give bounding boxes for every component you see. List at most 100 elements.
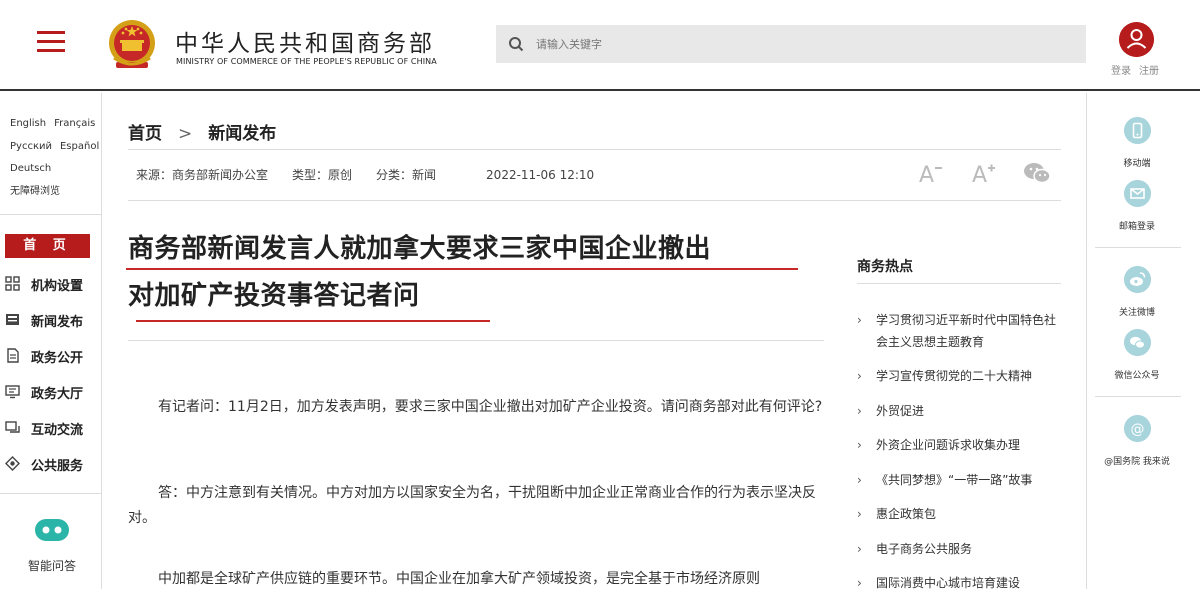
sidebar-item-label: 政务公开: [31, 351, 84, 366]
sidebar-item-label: 政务大厅: [31, 387, 84, 402]
hot-topic-item[interactable]: › 学习宣传贯彻党的二十大精神: [857, 365, 1062, 387]
rail-mobile[interactable]: 移动端: [1087, 117, 1187, 169]
sidebar-item-label: 互动交流: [31, 423, 84, 438]
service-icon: [5, 456, 20, 471]
svg-text:A: A: [972, 163, 987, 186]
grid-icon: [5, 276, 20, 291]
site-subtitle: MINISTRY OF COMMERCE OF THE PEOPLE'S REP…: [176, 57, 437, 66]
user-links: 登录 注册: [1111, 62, 1167, 77]
at-icon: @: [1123, 415, 1151, 442]
rail-label: 微信公众号: [1114, 371, 1160, 381]
left-sidebar: English Français Русский Español Deutsch 无…: [0, 93, 102, 589]
assistant-label[interactable]: 智能问答: [28, 557, 76, 574]
rail-label: 邮箱登录: [1118, 222, 1155, 232]
divider: [128, 340, 824, 341]
hot-topic-item[interactable]: › 学习贯彻习近平新时代中国特色社会主义思想主题教育: [857, 309, 1062, 353]
rail-mail-login[interactable]: 邮箱登录: [1087, 180, 1187, 232]
site-title: 中华人民共和国商务部: [175, 31, 435, 57]
hot-topic-item[interactable]: › 电子商务公共服务: [857, 538, 1062, 560]
article-paragraph: 答：中方注意到有关情况。中方对加方以国家安全为名，干扰阻断中加企业正常商业合作的…: [128, 485, 816, 526]
breadcrumb-current[interactable]: 新闻发布: [208, 124, 276, 144]
sidebar-home-button[interactable]: 首 页: [5, 234, 90, 258]
accessible-browse-link[interactable]: 无障碍浏览: [10, 186, 60, 197]
chevron-right-icon: ›: [857, 369, 862, 383]
monitor-icon: [5, 385, 20, 399]
sidebar-item-interaction[interactable]: 互动交流: [5, 416, 100, 440]
document-icon: [7, 348, 19, 363]
title-underline-mark: [126, 268, 798, 270]
language-switcher: English Français Русский Español Deutsch 无…: [10, 113, 107, 203]
meta-date: 2022-11-06 12:10: [486, 168, 595, 182]
svg-text:@: @: [1130, 422, 1144, 438]
hot-topic-item[interactable]: › 外资企业问题诉求收集办理: [857, 434, 1062, 456]
divider: [1095, 247, 1181, 248]
chevron-right-icon: ›: [857, 576, 862, 590]
lang-german[interactable]: Deutsch: [10, 163, 51, 174]
chat-icon: [5, 421, 20, 433]
article-title-line: 对加矿产投资事答记者问: [128, 281, 420, 311]
breadcrumb-home[interactable]: 首页: [128, 124, 162, 144]
article-title: 商务部新闻发言人就加拿大要求三家中国企业撤出 对加矿产投资事答记者问: [128, 226, 818, 320]
rail-weibo[interactable]: 关注微博: [1087, 266, 1187, 318]
divider: [0, 493, 102, 494]
article-title-line: 商务部新闻发言人就加拿大要求三家中国企业撤出: [128, 234, 712, 264]
site-header: 中华人民共和国商务部 MINISTRY OF COMMERCE OF THE P…: [0, 0, 1200, 91]
rail-label: 关注微博: [1118, 308, 1155, 318]
chatbot-icon[interactable]: [33, 517, 71, 543]
login-link[interactable]: 登录: [1111, 66, 1131, 77]
menu-icon[interactable]: [37, 31, 65, 53]
mobile-icon: [1123, 117, 1151, 144]
chevron-right-icon: ›: [857, 507, 862, 521]
chevron-right-icon: ›: [857, 404, 862, 418]
hot-topic-item[interactable]: › 惠企政策包: [857, 503, 1062, 525]
sidebar-item-news[interactable]: 新闻发布: [5, 308, 100, 332]
rail-wechat[interactable]: 微信公众号: [1087, 329, 1187, 381]
breadcrumb-separator: >: [178, 124, 193, 144]
font-decrease-icon[interactable]: A: [917, 160, 943, 186]
svg-text:A: A: [919, 163, 934, 186]
font-increase-icon[interactable]: A: [970, 160, 996, 186]
rail-label: @国务院 我来说: [1104, 457, 1170, 467]
article-paragraph: 中加都是全球矿产供应链的重要环节。中国企业在加拿大矿产领域投资，是完全基于市场经…: [158, 571, 760, 587]
meta-type: 类型：原创: [292, 168, 353, 182]
rail-state-council[interactable]: @ @国务院 我来说: [1087, 415, 1187, 467]
hot-topic-item[interactable]: › 《共同梦想》“一带一路”故事: [857, 469, 1062, 491]
sidebar-item-organization[interactable]: 机构设置: [5, 272, 100, 296]
rail-label: 移动端: [1123, 159, 1151, 169]
lang-english[interactable]: English: [10, 118, 46, 129]
divider: [1095, 396, 1181, 397]
lang-spanish[interactable]: Español: [60, 141, 99, 152]
breadcrumb: 首页 > 新闻发布: [128, 119, 276, 144]
meta-source: 来源：商务部新闻办公室: [136, 168, 269, 182]
search-input[interactable]: [536, 25, 1076, 63]
lang-russian[interactable]: Русский: [10, 141, 52, 152]
mail-icon: [1123, 180, 1151, 207]
title-underline-mark: [136, 320, 490, 322]
divider: [128, 200, 1061, 201]
news-icon: [6, 314, 19, 325]
article-meta: 来源：商务部新闻办公室 类型：原创 分类：新闻 2022-11-06 12:10: [136, 166, 618, 183]
hot-topic-item[interactable]: › 国际消费中心城市培育建设: [857, 572, 1062, 594]
divider: [0, 214, 102, 215]
wechat-icon: [1123, 329, 1151, 356]
lang-french[interactable]: Français: [54, 118, 95, 129]
hot-topics-title: 商务热点: [857, 259, 913, 275]
article-paragraph: 有记者问：11月2日，加方发表声明，要求三家中国企业撤出对加矿产企业投资。请问商…: [158, 399, 823, 415]
weibo-icon: [1123, 266, 1151, 293]
sidebar-item-label: 机构设置: [31, 279, 84, 294]
sidebar-item-public-service[interactable]: 公共服务: [5, 452, 100, 476]
sidebar-item-service-hall[interactable]: 政务大厅: [5, 380, 100, 404]
national-emblem-icon: [109, 20, 155, 68]
divider: [128, 149, 1061, 150]
search-icon[interactable]: [508, 36, 524, 52]
divider: [857, 283, 1061, 284]
meta-category: 分类：新闻: [376, 168, 437, 182]
hot-topic-item[interactable]: › 外贸促进: [857, 400, 1062, 422]
chevron-right-icon: ›: [857, 438, 862, 452]
sidebar-item-label: 新闻发布: [31, 315, 84, 330]
register-link[interactable]: 注册: [1139, 66, 1159, 77]
chevron-right-icon: ›: [857, 542, 862, 556]
wechat-share-icon[interactable]: [1023, 160, 1051, 186]
user-avatar-icon[interactable]: [1119, 22, 1154, 57]
sidebar-item-gov-affairs[interactable]: 政务公开: [5, 344, 100, 368]
